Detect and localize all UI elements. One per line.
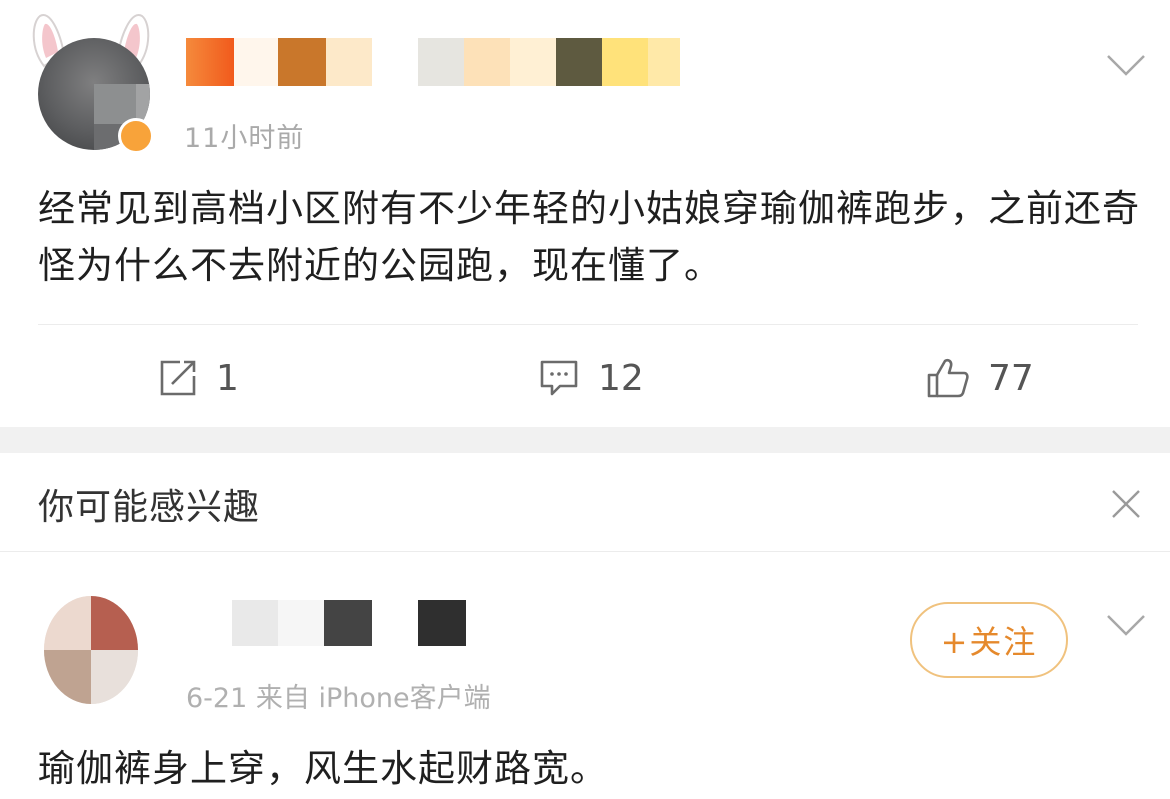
chevron-down-icon[interactable] [1106,54,1146,76]
comment-button[interactable]: 12 [538,354,644,402]
like-button[interactable]: 77 [926,354,1034,402]
interest-section-title: 你可能感兴趣 [38,487,261,528]
divider [0,551,1170,552]
recommended-post-meta: 6-21 来自 iPhone客户端 [186,683,491,714]
follow-button[interactable]: +关注 [910,602,1068,678]
verified-badge-icon [118,118,154,154]
username-pixelated[interactable] [186,38,680,86]
repost-count: 1 [216,357,239,399]
close-icon[interactable] [1110,488,1142,520]
repost-icon [160,360,196,396]
post-timestamp: 11小时前 [184,123,305,154]
repost-button[interactable]: 1 [158,354,239,402]
divider [38,324,1138,325]
comment-count: 12 [598,357,644,399]
post-content: 经常见到高档小区附有不少年轻的小姑娘穿瑜伽裤跑步，之前还奇怪为什么不去附近的公园… [38,187,1140,287]
recommended-username-pixelated[interactable] [232,600,466,646]
recommended-user-avatar[interactable] [44,596,138,704]
thumbs-up-icon [927,358,969,398]
section-separator [0,427,1170,453]
comment-icon [540,360,578,396]
recommended-post-content: 瑜伽裤身上穿，风生水起财路宽。 [38,747,608,790]
like-count: 77 [988,357,1034,399]
chevron-down-icon[interactable] [1106,614,1146,636]
